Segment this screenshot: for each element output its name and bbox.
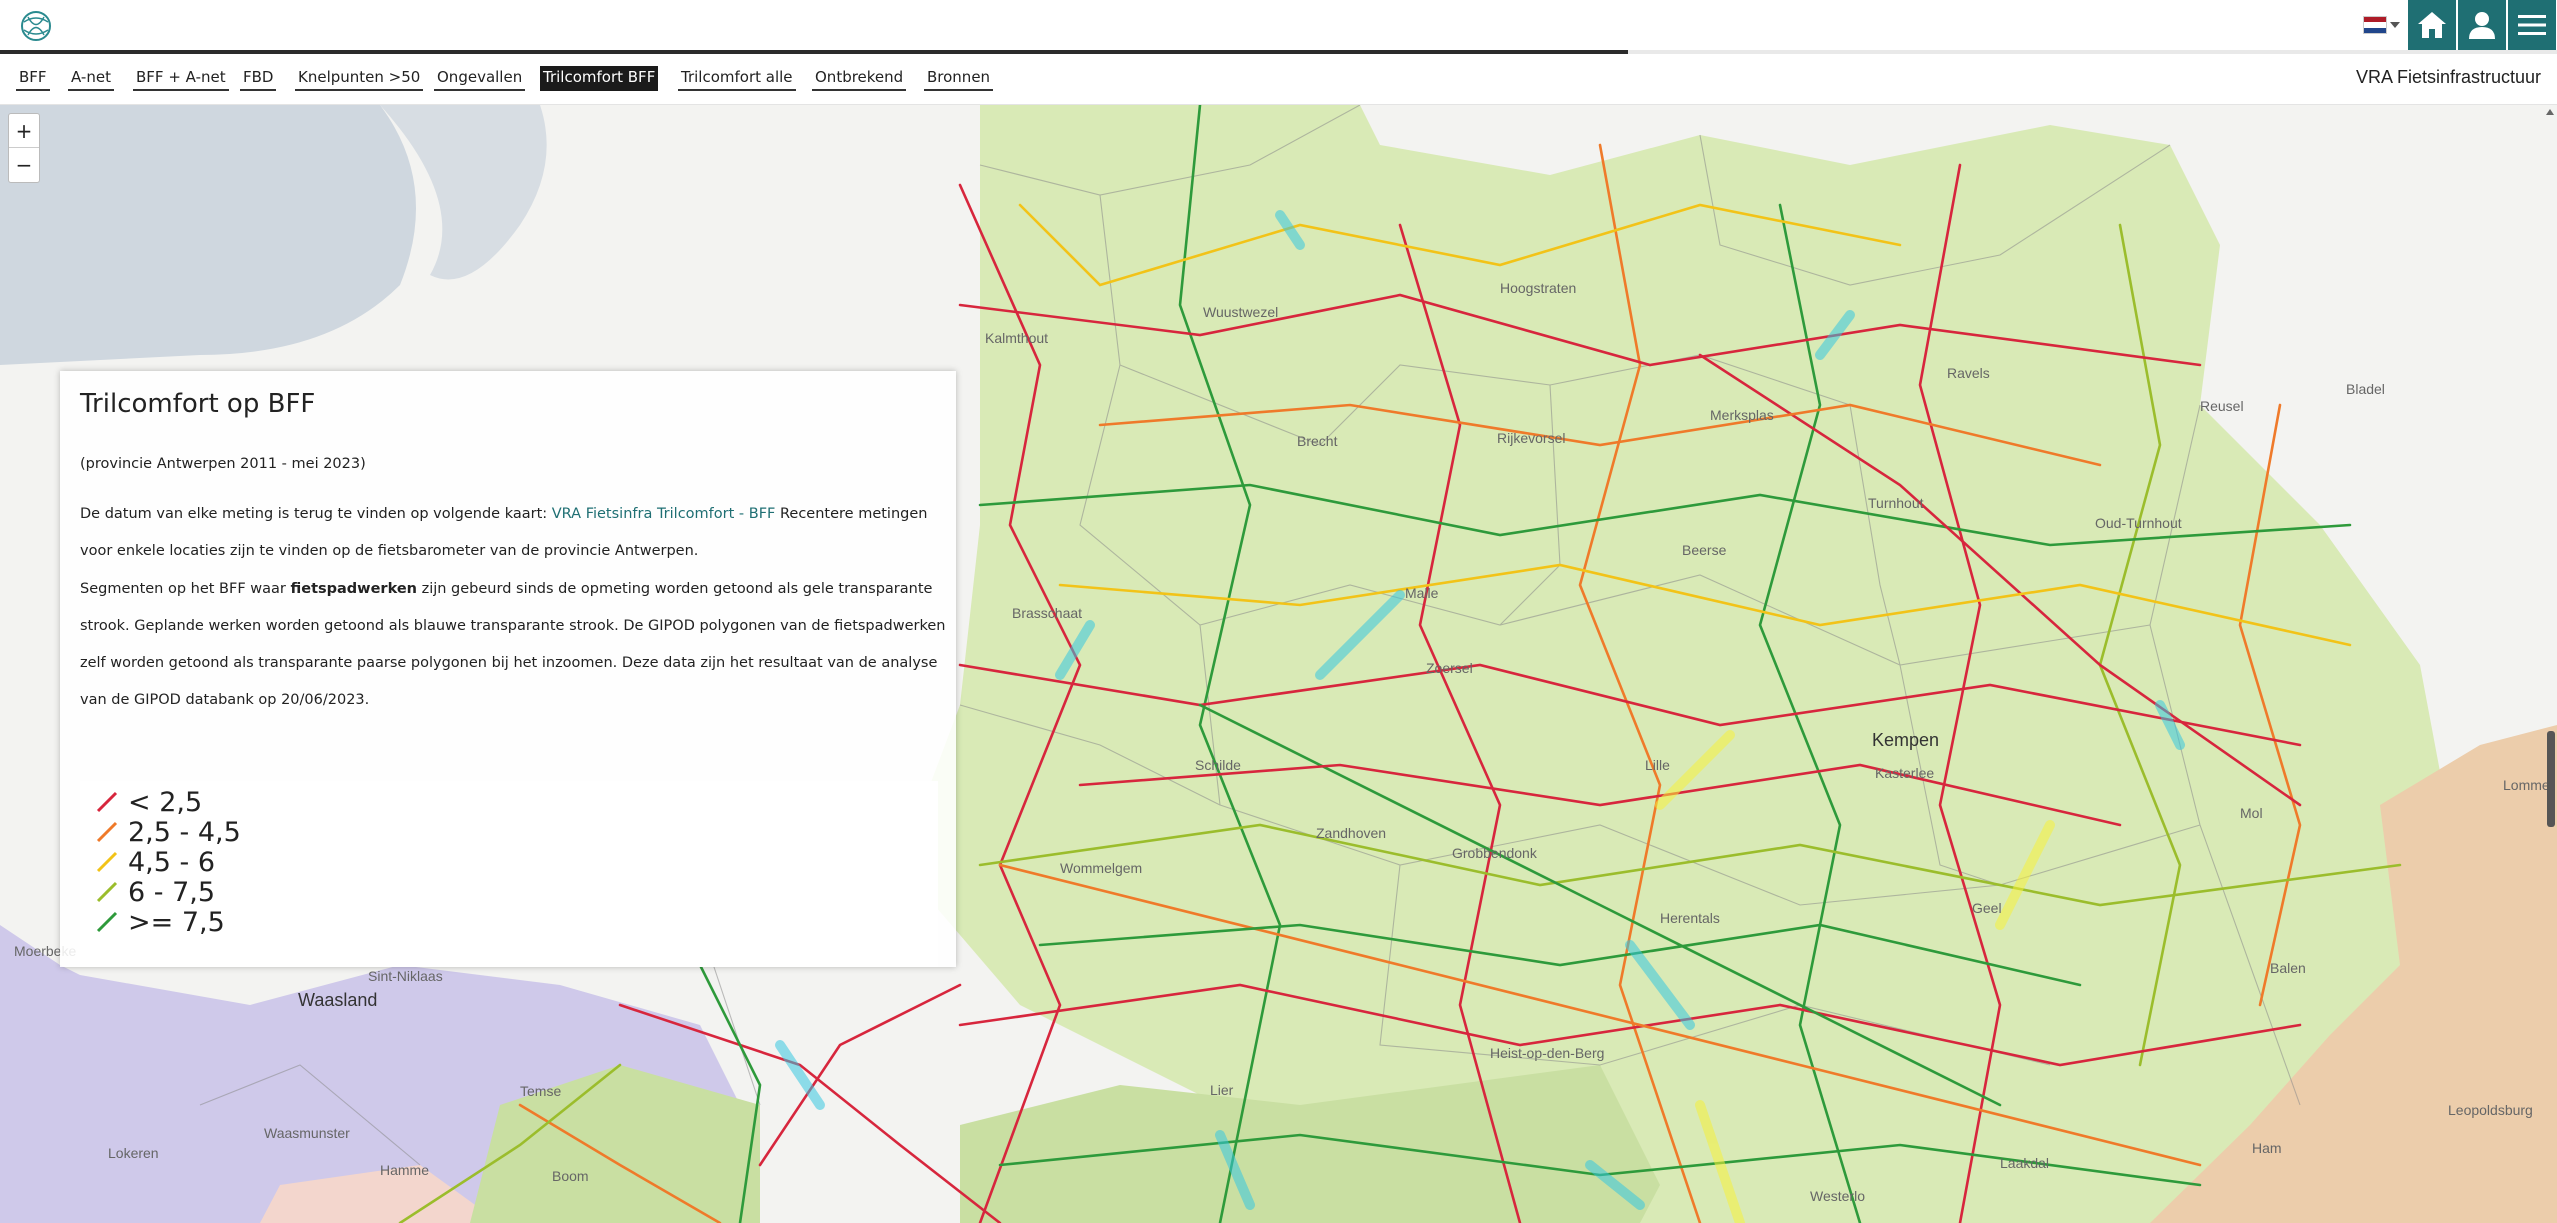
legend-label: < 2,5: [128, 786, 203, 818]
home-icon: [2418, 12, 2446, 38]
legend-item: 4,5 - 6: [94, 846, 216, 878]
panel-subtitle: (provincie Antwerpen 2011 - mei 2023): [80, 456, 366, 472]
place-label: Temse: [520, 1083, 562, 1099]
legend-item: >= 7,5: [94, 906, 225, 938]
place-label: Reusel: [2200, 398, 2244, 414]
place-label: Merksplas: [1710, 407, 1774, 423]
place-label: Laakdal: [2000, 1155, 2050, 1171]
place-label: Sint-Niklaas: [368, 968, 443, 984]
place-label: Oud-Turnhout: [2095, 515, 2182, 531]
place-label: Herentals: [1660, 910, 1720, 926]
place-label: Leopoldsburg: [2448, 1102, 2533, 1118]
tab-knelpunten[interactable]: Knelpunten >50: [295, 66, 424, 91]
panel-p1-text: De datum van elke meting is terug te vin…: [80, 506, 552, 522]
place-label: Mol: [2240, 805, 2263, 821]
legend-label: 6 - 7,5: [128, 876, 216, 908]
legend-item: < 2,5: [94, 786, 203, 818]
place-label: Geel: [1972, 900, 2002, 916]
place-label: Boom: [552, 1168, 589, 1184]
region-label: Waasland: [298, 990, 378, 1010]
tab-bff-a-net[interactable]: BFF + A-net: [133, 66, 229, 91]
panel-title: Trilcomfort op BFF: [80, 389, 316, 419]
legend-label: 4,5 - 6: [128, 846, 216, 878]
place-label: Brasschaat: [1012, 605, 1083, 621]
place-label: Hamme: [380, 1162, 430, 1178]
zoom-out-button[interactable]: −: [9, 148, 39, 181]
region-label: Kempen: [1872, 730, 1940, 750]
scroll-up-arrow-icon[interactable]: [2546, 109, 2554, 115]
home-button[interactable]: [2408, 0, 2456, 50]
place-label: Westerlo: [1810, 1188, 1865, 1204]
tab-fbd[interactable]: FBD: [240, 66, 277, 91]
legend-item: 6 - 7,5: [94, 876, 216, 908]
place-label: Beerse: [1682, 542, 1727, 558]
map-scrollbar[interactable]: [2543, 105, 2557, 1223]
tab-ongevallen[interactable]: Ongevallen: [434, 66, 526, 91]
place-label: Lokeren: [108, 1145, 159, 1161]
place-label: Malle: [1405, 585, 1439, 601]
logo-icon[interactable]: [18, 8, 54, 44]
tab-bronnen[interactable]: Bronnen: [924, 66, 994, 91]
tab-trilcomfort-alle[interactable]: Trilcomfort alle: [678, 66, 796, 91]
legend-swatch-icon: [96, 821, 118, 843]
menu-icon: [2518, 15, 2546, 35]
panel-paragraph-1: De datum van elke meting is terug te vin…: [80, 496, 946, 570]
legend-swatch-icon: [96, 911, 118, 933]
place-label: Waasmunster: [264, 1125, 350, 1141]
zoom-in-button[interactable]: +: [9, 114, 39, 147]
place-label: Ravels: [1947, 365, 1990, 381]
place-label: Rijkevorsel: [1497, 430, 1566, 446]
legend-item: 2,5 - 4,5: [94, 816, 241, 848]
place-label: Bladel: [2346, 381, 2385, 397]
site-title: VRA Fietsinfrastructuur: [2355, 67, 2541, 87]
legend-label: >= 7,5: [128, 906, 225, 938]
tab-bff[interactable]: BFF: [16, 66, 50, 91]
place-label: Ham: [2252, 1140, 2282, 1156]
place-label: Lier: [1210, 1082, 1234, 1098]
place-label: Turnhout: [1868, 495, 1924, 511]
place-label: Brecht: [1297, 433, 1338, 449]
language-flag-icon[interactable]: [2363, 16, 2387, 34]
place-label: Schilde: [1195, 757, 1241, 773]
place-label: Zandhoven: [1316, 825, 1387, 841]
place-label: Wommelgem: [1060, 860, 1143, 876]
place-label: Grobbendonk: [1452, 845, 1537, 861]
zoom-control: + −: [8, 113, 40, 183]
legend-swatch-icon: [96, 881, 118, 903]
info-panel: Trilcomfort op BFF (provincie Antwerpen …: [60, 371, 956, 967]
menu-button[interactable]: [2508, 0, 2556, 50]
place-label: Lille: [1645, 757, 1670, 773]
trilcomfort-map-link[interactable]: VRA Fietsinfra Trilcomfort - BFF: [552, 506, 776, 522]
legend-label: 2,5 - 4,5: [128, 816, 241, 848]
panel-p2-bold: fietspadwerken: [290, 581, 417, 597]
layer-tabs-bar: BFF A-net BFF + A-net FBD Knelpunten >50…: [0, 54, 2557, 105]
place-label: Heist-op-den-Berg: [1490, 1045, 1605, 1061]
panel-p2-text-after: zijn gebeurd sinds de opmeting worden ge…: [80, 581, 946, 708]
legend-swatch-icon: [96, 851, 118, 873]
tab-ontbrekend[interactable]: Ontbrekend: [812, 66, 907, 91]
legend-swatch-icon: [96, 791, 118, 813]
tab-trilcomfort-bff[interactable]: Trilcomfort BFF: [540, 66, 659, 91]
place-label: Kalmthout: [985, 330, 1049, 346]
panel-paragraph-2: Segmenten op het BFF waar fietspadwerken…: [80, 571, 946, 719]
legend: < 2,5 2,5 - 4,5 4,5 - 6 6 - 7,5 >= 7,5: [80, 781, 938, 967]
user-button[interactable]: [2458, 0, 2506, 50]
language-dropdown-caret-icon[interactable]: [2390, 22, 2400, 28]
place-label: Balen: [2270, 960, 2306, 976]
place-label: Hoogstraten: [1500, 280, 1577, 296]
panel-p2-text: Segmenten op het BFF waar: [80, 581, 291, 597]
place-label: Wuustwezel: [1203, 304, 1279, 320]
place-label: Kasterlee: [1875, 765, 1935, 781]
place-label: Zoersel: [1426, 660, 1473, 676]
scrollbar-thumb[interactable]: [2547, 731, 2555, 827]
top-bar: [0, 0, 2557, 52]
user-icon: [2469, 12, 2495, 39]
tab-a-net[interactable]: A-net: [68, 66, 114, 91]
